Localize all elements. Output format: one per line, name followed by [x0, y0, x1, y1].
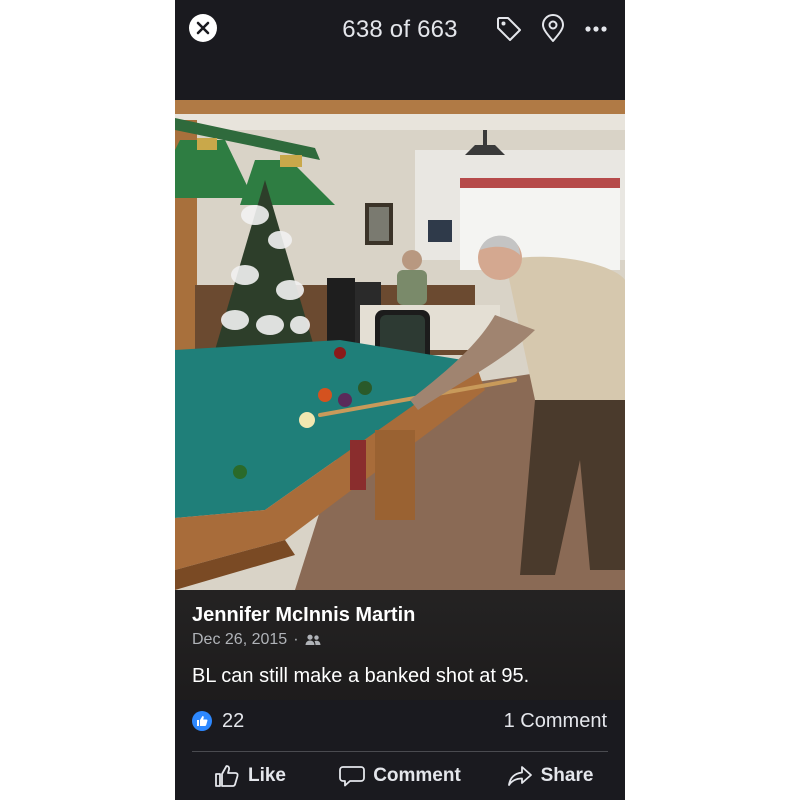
tag-icon	[497, 17, 521, 41]
comment-button[interactable]: Comment	[325, 752, 475, 800]
like-count[interactable]: 22	[222, 710, 244, 733]
like-label: Like	[247, 765, 287, 786]
share-arrow-icon	[507, 766, 532, 786]
comment-count[interactable]: 1 Comment	[504, 710, 607, 733]
friends-icon[interactable]	[305, 634, 321, 646]
share-label: Share	[540, 765, 594, 786]
thumbs-up-icon	[197, 716, 208, 726]
comment-bubble-icon	[339, 766, 366, 787]
photo-viewer: 638 of 663 Jennifer McInnis Martin Dec 2…	[175, 0, 625, 800]
viewer-top-bar: 638 of 663	[175, 0, 625, 58]
author-name[interactable]: Jennifer McInnis Martin	[192, 604, 415, 627]
post-meta: Dec 26, 2015 ·	[192, 631, 321, 649]
meta-separator: ·	[293, 631, 299, 648]
post-actions: Like Comment Share	[175, 752, 625, 800]
tag-button[interactable]	[493, 13, 525, 45]
post-caption-overlay: Jennifer McInnis Martin Dec 26, 2015 · B…	[175, 590, 625, 700]
pool-table-scene	[175, 100, 625, 590]
thumbs-up-outline-icon	[215, 765, 239, 787]
post-date[interactable]: Dec 26, 2015	[192, 631, 287, 649]
location-button[interactable]	[537, 13, 569, 45]
post-photo[interactable]	[175, 100, 625, 590]
share-button[interactable]: Share	[475, 752, 625, 800]
like-reaction-badge[interactable]	[192, 711, 212, 731]
more-options-button[interactable]	[580, 13, 612, 45]
comment-label: Comment	[373, 765, 461, 786]
more-dots-icon	[585, 26, 607, 32]
post-caption-text: BL can still make a banked shot at 95.	[192, 665, 530, 687]
location-pin-icon	[542, 14, 564, 42]
like-button[interactable]: Like	[175, 752, 325, 800]
reactions-summary: 22 1 Comment	[175, 700, 625, 752]
